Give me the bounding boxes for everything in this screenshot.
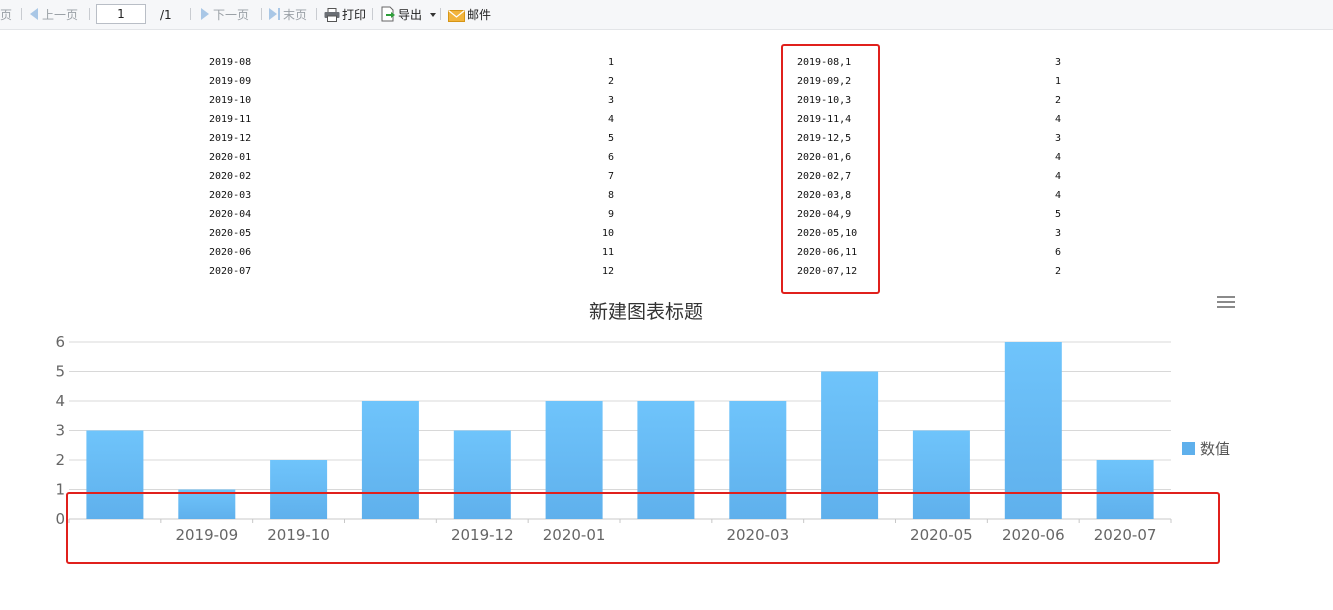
chart-title: 新建图表标题 — [589, 301, 703, 323]
table-row: 2019-09 2 2019-09,2 1 — [0, 72, 1333, 91]
table-row: 2019-11 4 2019-11,4 4 — [0, 110, 1333, 129]
email-label: 邮件 — [467, 8, 492, 22]
table-row: 2020-04 9 2020-04,9 5 — [0, 205, 1333, 224]
table-cell: 2020-04 — [209, 209, 252, 220]
legend-label: 数值 — [1200, 440, 1230, 458]
next-page-button[interactable]: 下一页 — [201, 6, 249, 24]
table-highlight-box — [781, 44, 880, 294]
table-cell: 2020-01 — [209, 152, 252, 163]
chart-menu-icon[interactable] — [1217, 296, 1235, 308]
print-button[interactable]: 打印 — [324, 6, 366, 24]
last-page-button[interactable]: 末页 — [269, 6, 307, 24]
table-cell: 2019-08 — [209, 57, 252, 68]
y-tick-label: 6 — [55, 333, 65, 351]
table-cell: 3 — [1054, 57, 1061, 68]
table-cell: 4 — [1054, 152, 1061, 163]
toolbar-divider — [372, 8, 373, 20]
table-cell: 3 — [1054, 133, 1061, 144]
y-axis-ticks: 0 1 2 3 4 5 6 — [55, 333, 65, 528]
toolbar-divider — [21, 8, 22, 20]
chart-legend[interactable]: 数值 — [1182, 440, 1230, 458]
table-cell: 3 — [1054, 228, 1061, 239]
table-cell: 2019-12 — [209, 133, 252, 144]
data-table: 2019-08 1 2019-08,1 3 2019-09 2 2019-09,2 1 2019… — [0, 53, 1333, 281]
table-cell: 5 — [1054, 209, 1061, 220]
table-cell: 4 — [1054, 114, 1061, 125]
table-cell: 4 — [1054, 190, 1061, 201]
toolbar-divider — [316, 8, 317, 20]
printer-icon — [324, 8, 340, 22]
email-button[interactable]: 邮件 — [448, 6, 491, 24]
table-cell: 2020-03 — [209, 190, 252, 201]
first-page-button[interactable]: 页 — [0, 6, 12, 24]
table-cell: 2 — [1054, 266, 1061, 277]
last-page-label: 末页 — [283, 8, 308, 22]
legend-swatch — [1182, 442, 1195, 455]
print-label: 打印 — [342, 8, 367, 22]
table-cell: 12 — [601, 266, 614, 277]
y-tick-label: 5 — [55, 363, 65, 381]
table-cell: 1 — [1054, 76, 1061, 87]
arrow-left-icon — [30, 8, 38, 20]
y-tick-label: 3 — [55, 422, 65, 440]
table-cell: 2019-10 — [209, 95, 252, 106]
table-cell: 10 — [601, 228, 614, 239]
table-cell: 2 — [607, 76, 614, 87]
arrow-right-icon — [201, 8, 209, 20]
prev-page-button[interactable]: 上一页 — [30, 6, 78, 24]
table-cell: 2019-09 — [209, 76, 252, 87]
export-label: 导出 — [398, 8, 423, 22]
export-icon — [381, 6, 395, 22]
last-page-bar-icon — [278, 8, 280, 20]
table-row: 2019-10 3 2019-10,3 2 — [0, 91, 1333, 110]
table-cell: 2019-11 — [209, 114, 252, 125]
table-cell: 2020-02 — [209, 171, 252, 182]
toolbar-divider — [440, 8, 441, 20]
report-toolbar: 页 上一页 /1 下一页 末页 打印 导出 邮件 — [0, 0, 1333, 30]
table-cell: 4 — [607, 114, 614, 125]
toolbar-divider — [261, 8, 262, 20]
table-cell: 2 — [1054, 95, 1061, 106]
table-cell: 1 — [607, 57, 614, 68]
mail-icon — [448, 10, 465, 22]
table-cell: 7 — [607, 171, 614, 182]
table-cell: 2020-06 — [209, 247, 252, 258]
table-cell: 2020-05 — [209, 228, 252, 239]
table-cell: 6 — [1054, 247, 1061, 258]
last-page-icon — [269, 8, 277, 20]
table-row: 2020-05 10 2020-05,10 3 — [0, 224, 1333, 243]
table-row: 2019-08 1 2019-08,1 3 — [0, 53, 1333, 72]
table-cell: 5 — [607, 133, 614, 144]
table-row: 2020-02 7 2020-02,7 4 — [0, 167, 1333, 186]
table-cell: 6 — [607, 152, 614, 163]
axis-highlight-box — [66, 492, 1220, 564]
y-tick-label: 4 — [55, 392, 65, 410]
export-dropdown-icon — [429, 13, 436, 17]
export-button[interactable]: 导出 — [380, 6, 436, 24]
table-cell: 8 — [607, 190, 614, 201]
table-row: 2020-01 6 2020-01,6 4 — [0, 148, 1333, 167]
table-cell: 4 — [1054, 171, 1061, 182]
next-page-label: 下一页 — [213, 8, 250, 22]
table-cell: 3 — [607, 95, 614, 106]
prev-page-label: 上一页 — [42, 8, 79, 22]
y-tick-label: 0 — [55, 510, 65, 528]
table-cell: 9 — [607, 209, 614, 220]
page-total-label: /1 — [160, 8, 172, 22]
toolbar-divider — [89, 8, 90, 20]
table-row: 2020-06 11 2020-06,11 6 — [0, 243, 1333, 262]
page-number-input[interactable] — [96, 4, 146, 24]
table-row: 2019-12 5 2019-12,5 3 — [0, 129, 1333, 148]
y-tick-label: 1 — [55, 481, 65, 499]
table-row: 2020-07 12 2020-07,12 2 — [0, 262, 1333, 281]
table-cell: 2020-07 — [209, 266, 252, 277]
table-cell: 11 — [601, 247, 614, 258]
table-row: 2020-03 8 2020-03,8 4 — [0, 186, 1333, 205]
toolbar-divider — [190, 8, 191, 20]
y-tick-label: 2 — [55, 451, 65, 469]
